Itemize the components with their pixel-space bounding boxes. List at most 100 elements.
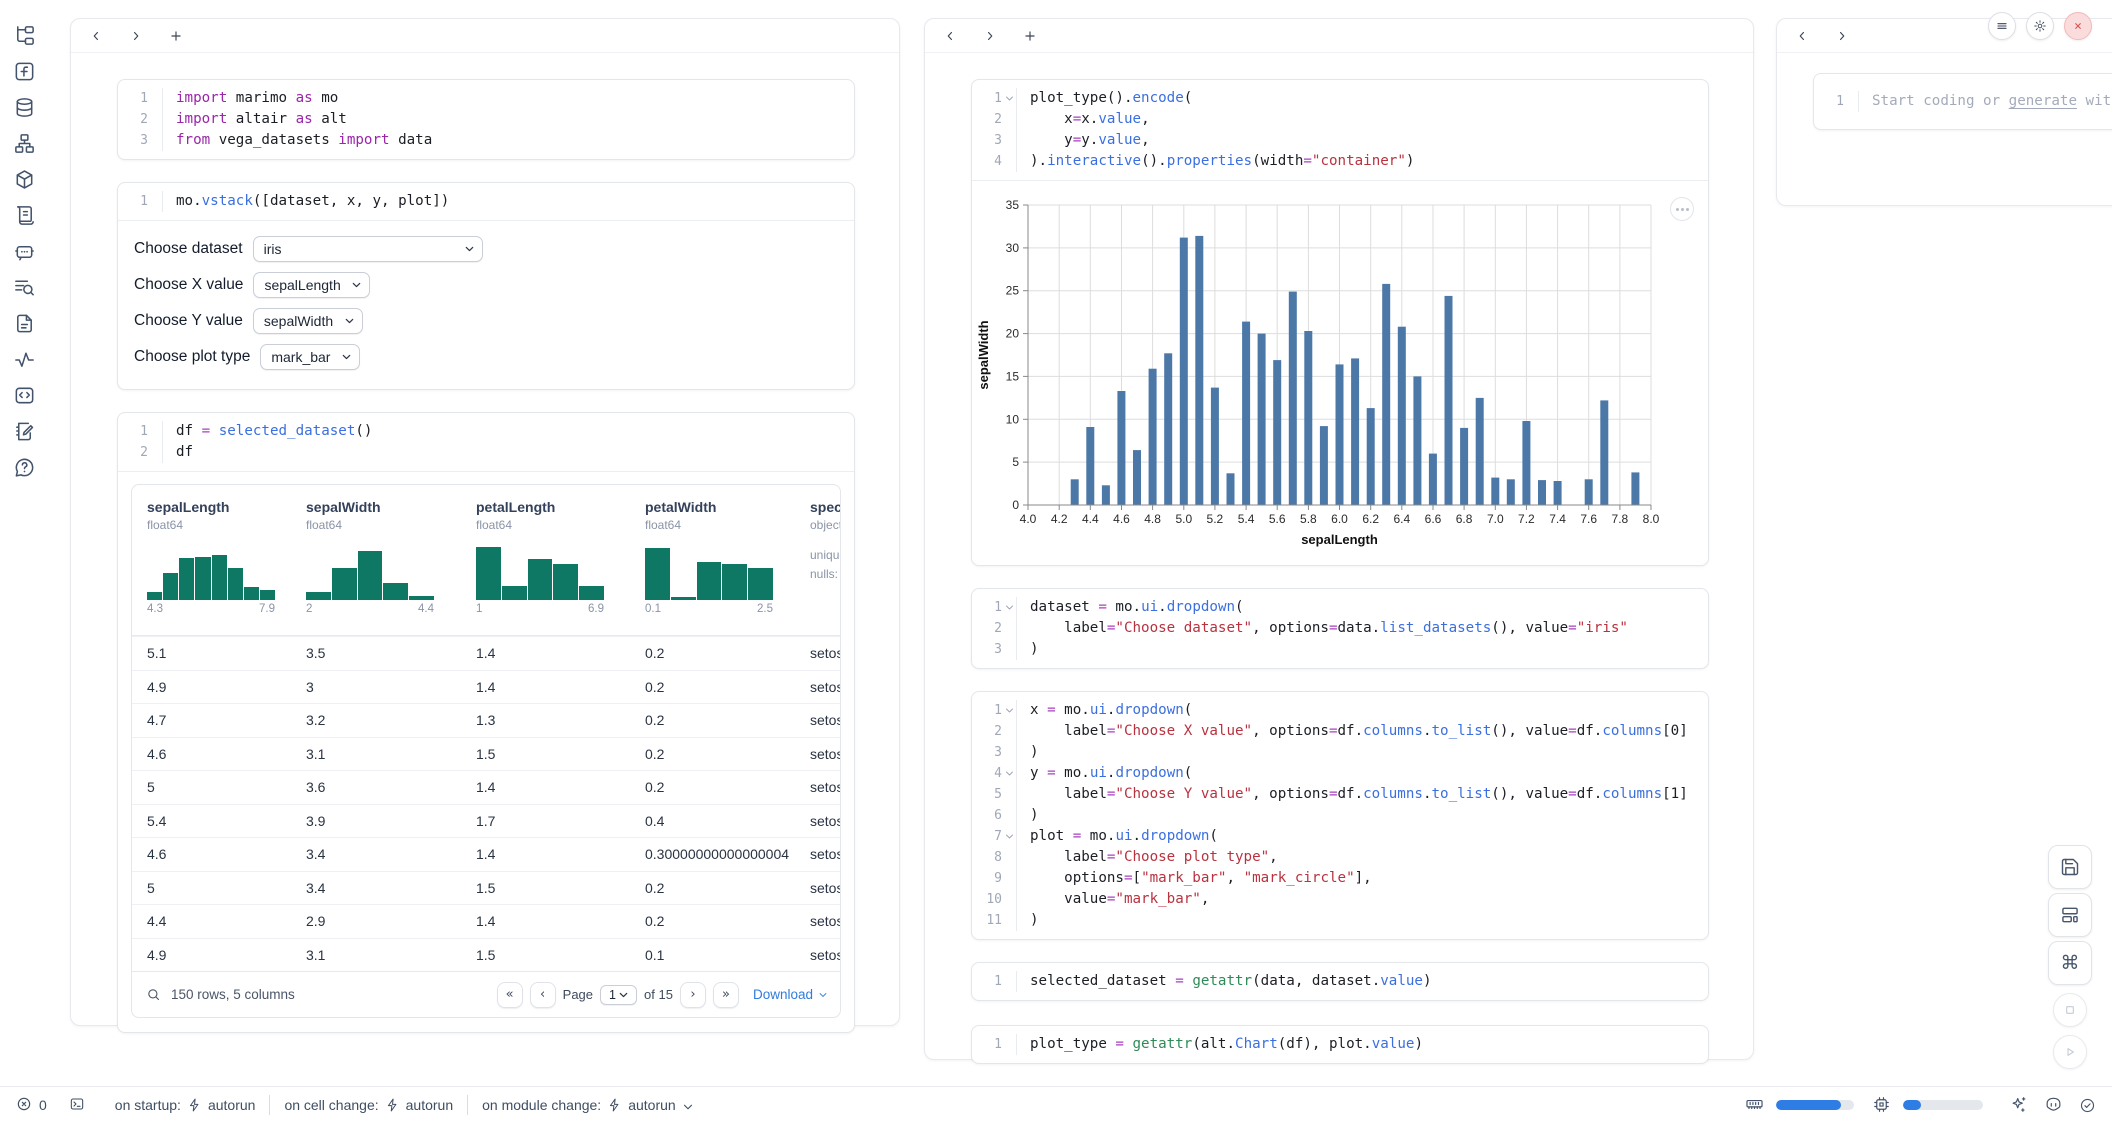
runtime-setting[interactable]: on module change:autorun: [482, 1097, 694, 1113]
list-search-icon[interactable]: [13, 276, 36, 299]
code-cell-vstack: 1mo.vstack([dataset, x, y, plot])Choose …: [117, 182, 855, 390]
chart-menu-button[interactable]: [1670, 197, 1694, 221]
table-row[interactable]: 4.931.40.2setosa: [132, 670, 840, 704]
column-1-toolbar: [71, 19, 899, 53]
menu-icon[interactable]: [1988, 12, 2016, 40]
runtime-setting[interactable]: on startup:autorun: [115, 1097, 256, 1113]
code-box-icon[interactable]: [13, 384, 36, 407]
table-cell: 1.5: [461, 947, 630, 963]
error-indicator[interactable]: 0: [16, 1096, 47, 1113]
chevron-right-icon[interactable]: [1833, 27, 1851, 45]
terminal-button[interactable]: [69, 1096, 87, 1114]
generate-link[interactable]: generate: [2009, 93, 2077, 109]
gear-icon[interactable]: [2026, 12, 2054, 40]
chevron-right-icon[interactable]: [127, 27, 145, 45]
line-number: 1: [972, 700, 1002, 721]
search-icon[interactable]: [146, 987, 161, 1002]
svg-text:5.0: 5.0: [1175, 512, 1192, 526]
next-page-button[interactable]: ›: [680, 982, 706, 1008]
table-row[interactable]: 4.73.21.30.2setosa: [132, 703, 840, 737]
column-type: object: [810, 518, 841, 532]
database-icon[interactable]: [13, 96, 36, 119]
page-select[interactable]: 1: [600, 985, 637, 1005]
fold-chevron-icon[interactable]: [1002, 597, 1016, 618]
message-question-icon[interactable]: [13, 456, 36, 479]
table-row[interactable]: 5.13.51.40.2setosa: [132, 636, 840, 670]
table-cell: 5.4: [132, 813, 291, 829]
table-row[interactable]: 4.42.91.40.2setosa: [132, 904, 840, 938]
column-header-petalWidth[interactable]: petalWidthfloat640.12.5: [630, 485, 795, 635]
code-editor[interactable]: 1selected_dataset = getattr(data, datase…: [972, 963, 1708, 1000]
fold-chevron-icon[interactable]: [1002, 88, 1016, 109]
download-button[interactable]: Download: [753, 987, 828, 1002]
table-cell: 3.4: [291, 846, 461, 862]
code-line: 2import altair as alt: [118, 109, 854, 130]
empty-code-cell[interactable]: 1 Start coding or generate with AI: [1813, 73, 2112, 130]
code-editor[interactable]: 1dataset = mo.ui.dropdown(2 label="Choos…: [972, 589, 1708, 668]
scroll-icon[interactable]: [13, 204, 36, 227]
column-header-petalLength[interactable]: petalLengthfloat6416.9: [461, 485, 630, 635]
save-button[interactable]: [2048, 845, 2092, 889]
code-text: label="Choose Y value", options=df.colum…: [1016, 784, 1708, 805]
first-page-button[interactable]: «: [497, 982, 523, 1008]
chevron-right-icon[interactable]: [981, 27, 999, 45]
package-icon[interactable]: [13, 168, 36, 191]
sparkles-icon[interactable]: [2009, 1095, 2028, 1114]
code-placeholder[interactable]: Start coding or generate with AI: [1858, 91, 2112, 112]
connection-status-icon[interactable]: [2079, 1096, 2096, 1113]
line-number: 2: [972, 721, 1002, 742]
table-cell: 0.2: [630, 679, 795, 695]
table-row[interactable]: 4.63.11.50.2setosa: [132, 737, 840, 771]
file-tree-icon[interactable]: [13, 24, 36, 47]
dropdown-choose-plot-type[interactable]: mark_bar: [260, 344, 360, 370]
table-row[interactable]: 4.63.41.40.30000000000000004setosa: [132, 837, 840, 871]
column-header-sepalWidth[interactable]: sepalWidthfloat6424.4: [291, 485, 461, 635]
code-editor[interactable]: 1x = mo.ui.dropdown(2 label="Choose X va…: [972, 692, 1708, 939]
workflow-icon[interactable]: [13, 132, 36, 155]
table-cell: 0.2: [630, 880, 795, 896]
bar-chart[interactable]: 4.04.24.44.64.85.05.25.45.65.86.06.26.46…: [972, 181, 1709, 565]
table-row[interactable]: 5.43.91.70.4setosa: [132, 804, 840, 838]
column-header-sepalLength[interactable]: sepalLengthfloat644.37.9: [132, 485, 291, 635]
file-text-icon[interactable]: [13, 312, 36, 335]
dropdown-choose-y-value[interactable]: sepalWidth: [253, 308, 363, 334]
dataframe-output: sepalLengthfloat644.37.9sepalWidthfloat6…: [118, 471, 854, 1018]
dropdown-choose-x-value[interactable]: sepalLength: [253, 272, 370, 298]
setting-label: on cell change:: [284, 1097, 378, 1113]
function-square-icon[interactable]: [13, 60, 36, 83]
code-editor[interactable]: 1plot_type().encode(2 x=x.value,3 y=y.va…: [972, 80, 1708, 180]
code-editor[interactable]: 1plot_type = getattr(alt.Chart(df), plot…: [972, 1026, 1708, 1063]
dataframe-table[interactable]: sepalLengthfloat644.37.9sepalWidthfloat6…: [131, 484, 841, 1018]
table-row[interactable]: 53.61.40.2setosa: [132, 770, 840, 804]
code-text: ): [1016, 639, 1708, 660]
add-cell-icon[interactable]: [1021, 27, 1039, 45]
runtime-setting[interactable]: on cell change:autorun: [284, 1097, 453, 1113]
dropdown-choose-dataset[interactable]: iris: [253, 236, 483, 262]
bot-icon[interactable]: [13, 240, 36, 263]
activity-icon[interactable]: [13, 348, 36, 371]
code-editor[interactable]: 1mo.vstack([dataset, x, y, plot]): [118, 183, 854, 220]
stop-button[interactable]: [2053, 993, 2087, 1027]
chevron-left-icon[interactable]: [941, 27, 959, 45]
run-button[interactable]: [2053, 1035, 2087, 1069]
copilot-icon[interactable]: [2044, 1095, 2063, 1114]
chevron-left-icon[interactable]: [87, 27, 105, 45]
table-row[interactable]: 4.93.11.50.1setosa: [132, 938, 840, 972]
prev-page-button[interactable]: ‹: [530, 982, 556, 1008]
close-icon[interactable]: [2064, 12, 2092, 40]
fold-chevron-icon[interactable]: [1002, 700, 1016, 721]
code-editor[interactable]: 1df = selected_dataset()2df: [118, 413, 854, 471]
layout-button[interactable]: [2048, 893, 2092, 937]
table-row[interactable]: 53.41.50.2setosa: [132, 871, 840, 905]
column-header-species[interactable]: speciesobjectuniquenulls:: [795, 485, 841, 635]
code-editor[interactable]: 1import marimo as mo2import altair as al…: [118, 80, 854, 159]
fold-chevron-icon[interactable]: [1002, 763, 1016, 784]
notebook-pen-icon[interactable]: [13, 420, 36, 443]
command-palette-button[interactable]: ⌘: [2048, 941, 2092, 985]
window-controls: [1988, 12, 2092, 40]
fold-chevron-icon[interactable]: [1002, 826, 1016, 847]
last-page-button[interactable]: »: [713, 982, 739, 1008]
add-cell-icon[interactable]: [167, 27, 185, 45]
chevron-left-icon[interactable]: [1793, 27, 1811, 45]
code-line: 11): [972, 910, 1708, 931]
